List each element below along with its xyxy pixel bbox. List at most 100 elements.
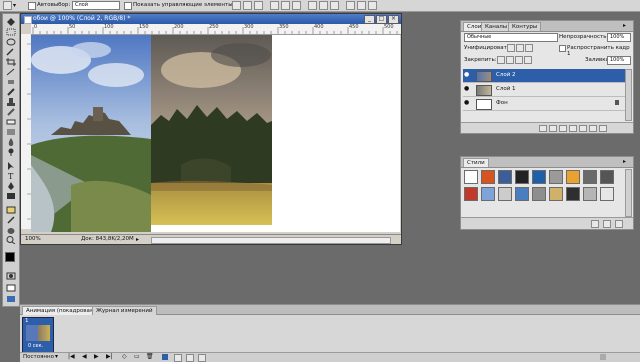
delete-layer-icon[interactable] — [599, 125, 607, 132]
propagate-checkbox[interactable] — [559, 45, 566, 52]
align-left-icon[interactable] — [270, 1, 279, 10]
lock-all-icon[interactable] — [524, 56, 532, 64]
scroll-right-icon[interactable] — [600, 354, 606, 360]
layer-row-layer1[interactable]: ● Слой 1 — [463, 83, 629, 97]
eraser-tool-icon[interactable] — [6, 118, 16, 126]
loop-select[interactable]: Постоянно — [23, 354, 54, 360]
style-swatch[interactable] — [583, 170, 597, 184]
blend-mode-select[interactable]: Обычные — [464, 33, 558, 42]
style-swatch[interactable] — [566, 170, 580, 184]
brush-tool-icon[interactable] — [6, 88, 16, 96]
align-hcenter-icon[interactable] — [281, 1, 290, 10]
lock-pixels-icon[interactable] — [506, 56, 514, 64]
layer-mask-icon[interactable] — [559, 125, 567, 132]
align-top-icon[interactable] — [232, 1, 241, 10]
style-swatch[interactable] — [549, 187, 563, 201]
zoom-tool-icon[interactable] — [6, 236, 16, 245]
animation-frame-1[interactable]: 1 0 сек. — [22, 317, 54, 353]
move-tool-icon[interactable] — [3, 1, 12, 10]
fill-input[interactable]: 100% — [607, 56, 631, 65]
style-swatch[interactable] — [515, 170, 529, 184]
new-style-icon[interactable] — [603, 220, 611, 228]
style-swatch[interactable] — [464, 187, 478, 201]
distribute-hcenter-icon[interactable] — [357, 1, 366, 10]
convert-icon[interactable] — [186, 354, 194, 362]
frame-mode-icon[interactable] — [162, 354, 168, 360]
foreground-color-swatch[interactable] — [5, 252, 15, 262]
gradient-tool-icon[interactable] — [6, 128, 16, 136]
distribute-top-icon[interactable] — [308, 1, 317, 10]
opacity-input[interactable]: 100% — [607, 33, 631, 42]
maximize-button[interactable]: □ — [376, 15, 387, 24]
autoselect-checkbox[interactable] — [28, 2, 36, 10]
style-swatch[interactable] — [532, 187, 546, 201]
visibility-eye-icon[interactable]: ● — [464, 72, 471, 78]
timeline-icon[interactable] — [174, 354, 182, 362]
clear-style-icon[interactable] — [591, 220, 599, 228]
lasso-tool-icon[interactable] — [6, 38, 16, 46]
style-swatch[interactable] — [515, 187, 529, 201]
styles-scrollbar[interactable] — [625, 169, 632, 217]
distribute-bottom-icon[interactable] — [330, 1, 339, 10]
distribute-right-icon[interactable] — [368, 1, 377, 10]
unify-style-icon[interactable] — [525, 44, 533, 52]
pen-tool-icon[interactable] — [6, 182, 16, 190]
tab-measurement-log[interactable]: Журнал измерений — [92, 306, 157, 315]
delete-style-icon[interactable] — [615, 220, 623, 228]
jump-to-imageready-icon[interactable] — [6, 295, 16, 303]
minimize-button[interactable]: _ — [364, 15, 375, 24]
lock-position-icon[interactable] — [515, 56, 523, 64]
magic-wand-icon[interactable] — [6, 48, 16, 56]
align-right-icon[interactable] — [292, 1, 301, 10]
tab-styles[interactable]: Стили — [463, 158, 489, 167]
panel-menu-icon[interactable]: ▸ — [623, 158, 626, 165]
delete-icon[interactable] — [198, 354, 206, 362]
style-swatch[interactable] — [549, 170, 563, 184]
align-bottom-icon[interactable] — [254, 1, 263, 10]
delete-frame-icon[interactable]: 🗑 — [146, 353, 154, 360]
distribute-left-icon[interactable] — [346, 1, 355, 10]
distribute-vcenter-icon[interactable] — [319, 1, 328, 10]
layers-scrollbar[interactable] — [625, 69, 632, 121]
style-swatch[interactable] — [600, 187, 614, 201]
link-layers-icon[interactable] — [539, 125, 547, 132]
dodge-tool-icon[interactable] — [6, 148, 16, 156]
notes-tool-icon[interactable] — [6, 206, 16, 214]
style-swatch[interactable] — [583, 187, 597, 201]
status-arrow-icon[interactable]: ▸ — [136, 235, 139, 244]
horizontal-scrollbar[interactable] — [151, 237, 391, 244]
document-size[interactable]: Док: 843,8K/2,20M — [81, 235, 134, 244]
layer-row-background[interactable]: ● Фон — [463, 97, 629, 111]
autoselect-select[interactable]: Слой — [72, 1, 120, 10]
blur-tool-icon[interactable] — [6, 138, 16, 146]
tween-icon[interactable]: ◇ — [122, 353, 127, 360]
marquee-tool-icon[interactable] — [6, 28, 16, 36]
show-controls-checkbox[interactable] — [124, 2, 132, 10]
move-tool-icon[interactable] — [6, 18, 16, 26]
duplicate-frame-icon[interactable]: ▭ — [134, 353, 140, 360]
loop-dropdown-icon[interactable]: ▾ — [55, 353, 58, 360]
layer-row-layer2[interactable]: ● Слой 2 — [463, 69, 629, 83]
style-swatch[interactable] — [481, 187, 495, 201]
style-swatch[interactable] — [600, 170, 614, 184]
lock-transparency-icon[interactable] — [497, 56, 505, 64]
new-layer-icon[interactable] — [589, 125, 597, 132]
new-group-icon[interactable] — [579, 125, 587, 132]
style-swatch[interactable] — [566, 187, 580, 201]
visibility-eye-icon[interactable]: ● — [464, 100, 471, 106]
previous-frame-icon[interactable]: ◀ — [82, 353, 87, 360]
panel-menu-icon[interactable]: ▸ — [623, 22, 626, 29]
close-button[interactable]: × — [388, 15, 399, 24]
hand-tool-icon[interactable] — [6, 226, 16, 234]
zoom-level[interactable]: 100% — [25, 235, 41, 244]
style-swatch[interactable] — [464, 170, 478, 184]
first-frame-icon[interactable]: |◀ — [68, 353, 75, 360]
style-swatch[interactable] — [498, 187, 512, 201]
tab-animation[interactable]: Анимация (покадровая) — [22, 306, 100, 315]
path-select-icon[interactable] — [6, 162, 16, 170]
slice-tool-icon[interactable] — [6, 68, 16, 76]
crop-tool-icon[interactable] — [6, 58, 16, 66]
history-brush-icon[interactable] — [6, 108, 16, 116]
unify-position-icon[interactable] — [507, 44, 515, 52]
frame-time[interactable]: 0 сек. — [28, 343, 43, 349]
